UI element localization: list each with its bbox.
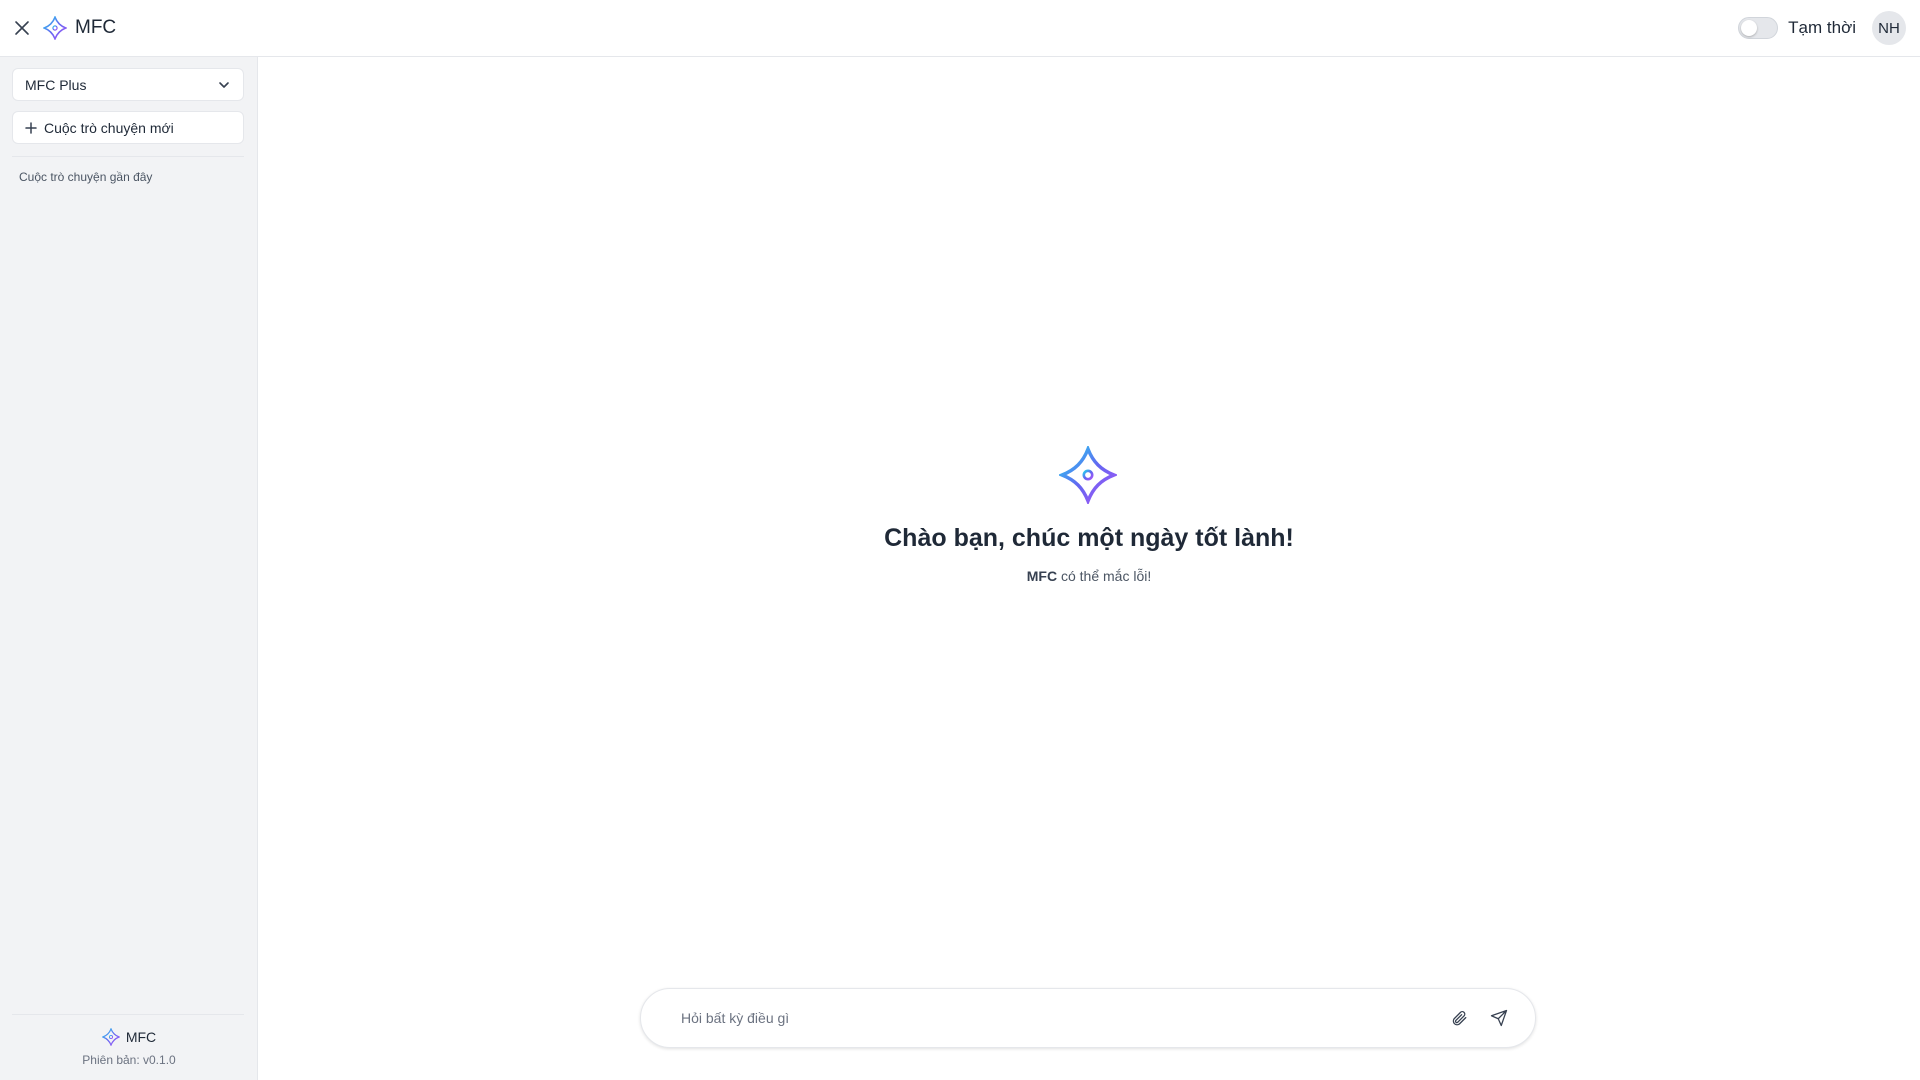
sidebar-footer-title: MFC — [125, 1029, 157, 1045]
sidebar-footer-brand: MFC — [0, 1028, 258, 1046]
mfc-logo-icon — [43, 16, 67, 40]
message-composer — [640, 988, 1536, 1048]
toggle-knob — [1741, 20, 1758, 36]
close-sidebar-button[interactable] — [10, 16, 34, 40]
sidebar: MFC Plus Cuộc trò chuyện mới Cuộc trò ch… — [0, 57, 258, 1080]
paperclip-icon — [1452, 1011, 1467, 1026]
chevron-down-icon — [219, 81, 229, 88]
app-version: Phiên bản: v0.1.0 — [82, 1053, 176, 1067]
disclaimer-message: có thể mắc lỗi! — [1057, 568, 1152, 584]
message-input[interactable] — [681, 1010, 1433, 1026]
disclaimer-brand: MFC — [1026, 568, 1058, 584]
recent-chats-heading: Cuộc trò chuyện gần đây — [19, 170, 153, 184]
temporary-chat-label: Tạm thời — [1788, 18, 1856, 37]
close-icon — [15, 21, 29, 35]
sidebar-footer-divider — [12, 1014, 244, 1015]
top-bar: MFC Tạm thời NH — [0, 0, 1920, 57]
send-icon — [1490, 1009, 1508, 1027]
disclaimer-text: MFC có thể mắc lỗi! — [258, 568, 1920, 584]
greeting-heading: Chào bạn, chúc một ngày tốt lành! — [884, 524, 1294, 552]
user-avatar[interactable]: NH — [1872, 11, 1906, 45]
mfc-hero-logo-icon — [1059, 446, 1117, 504]
mfc-logo-icon — [101, 1028, 120, 1046]
model-select-value: MFC Plus — [25, 76, 87, 93]
attach-file-button[interactable] — [1445, 1004, 1473, 1032]
temporary-chat-toggle[interactable] — [1738, 17, 1779, 39]
plus-icon — [25, 121, 37, 134]
send-button[interactable] — [1485, 1004, 1513, 1032]
model-select[interactable]: MFC Plus — [12, 68, 244, 101]
new-chat-button[interactable]: Cuộc trò chuyện mới — [12, 111, 244, 144]
sidebar-divider — [12, 156, 244, 157]
app-brand: MFC — [43, 16, 116, 40]
header-actions: Tạm thời NH — [1738, 11, 1906, 45]
new-chat-label: Cuộc trò chuyện mới — [44, 119, 174, 136]
app-title: MFC — [75, 17, 117, 38]
